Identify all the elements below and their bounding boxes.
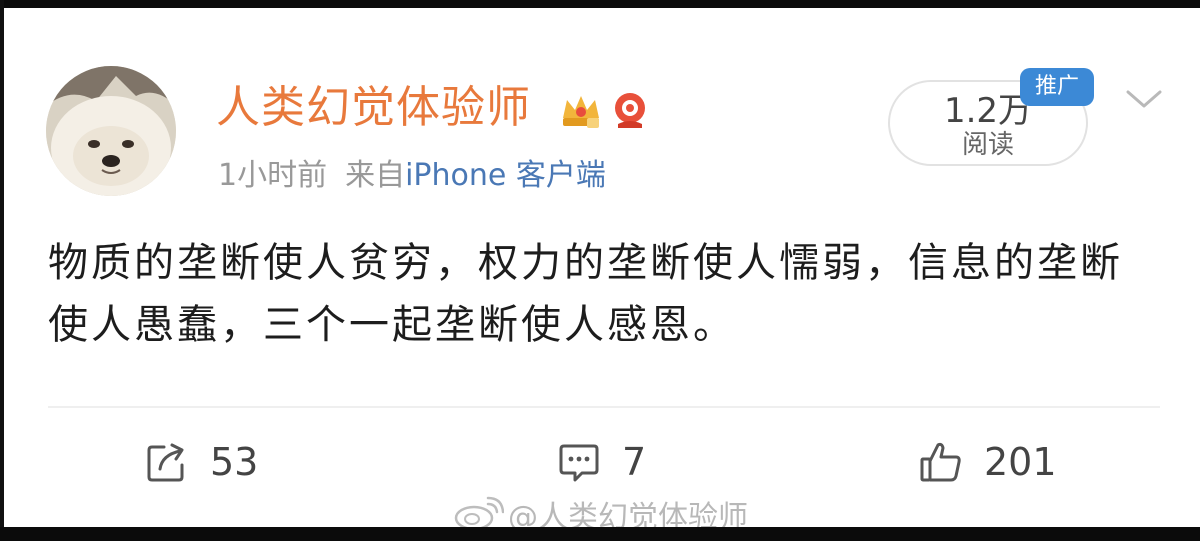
promo-tag: 推广 [1020,68,1094,106]
chevron-down-icon[interactable] [1122,84,1166,114]
like-button[interactable]: 201 [918,432,1057,492]
comment-button[interactable]: 7 [556,432,646,492]
divider [48,406,1160,408]
post-body-text: 物质的垄断使人贫穷，权力的垄断使人懦弱，信息的垄断使人愚蠢，三个一起垄断使人感恩… [48,240,1123,348]
repost-icon [147,443,184,482]
post-meta: 1小时前 来自iPhone 客户端 [218,156,606,196]
source-client-link[interactable]: iPhone 客户端 [405,158,606,193]
screen-bottom-edge [0,527,1200,541]
avatar[interactable] [46,66,176,196]
post-time: 1小时前 [218,158,328,193]
dog-avatar-image [46,66,176,196]
repost-button[interactable]: 53 [144,432,258,492]
crown-badge-icon[interactable] [559,88,603,132]
screen-top-edge [0,0,1200,8]
weibo-post-card: 人类幻觉体验师 1小时前 来自iPhone 客户端 1.2万 阅读 推广 物质的垄… [4,8,1200,535]
like-count: 201 [984,440,1057,484]
hat-badge-icon[interactable] [610,88,650,132]
username[interactable]: 人类幻觉体验师 [216,80,531,136]
comment-icon [559,444,599,482]
thumbs-up-icon [920,442,961,482]
read-label: 阅读 [961,130,1014,160]
comment-count: 7 [622,440,647,484]
repost-count: 53 [210,440,259,484]
source-prefix: 来自 [345,158,406,193]
